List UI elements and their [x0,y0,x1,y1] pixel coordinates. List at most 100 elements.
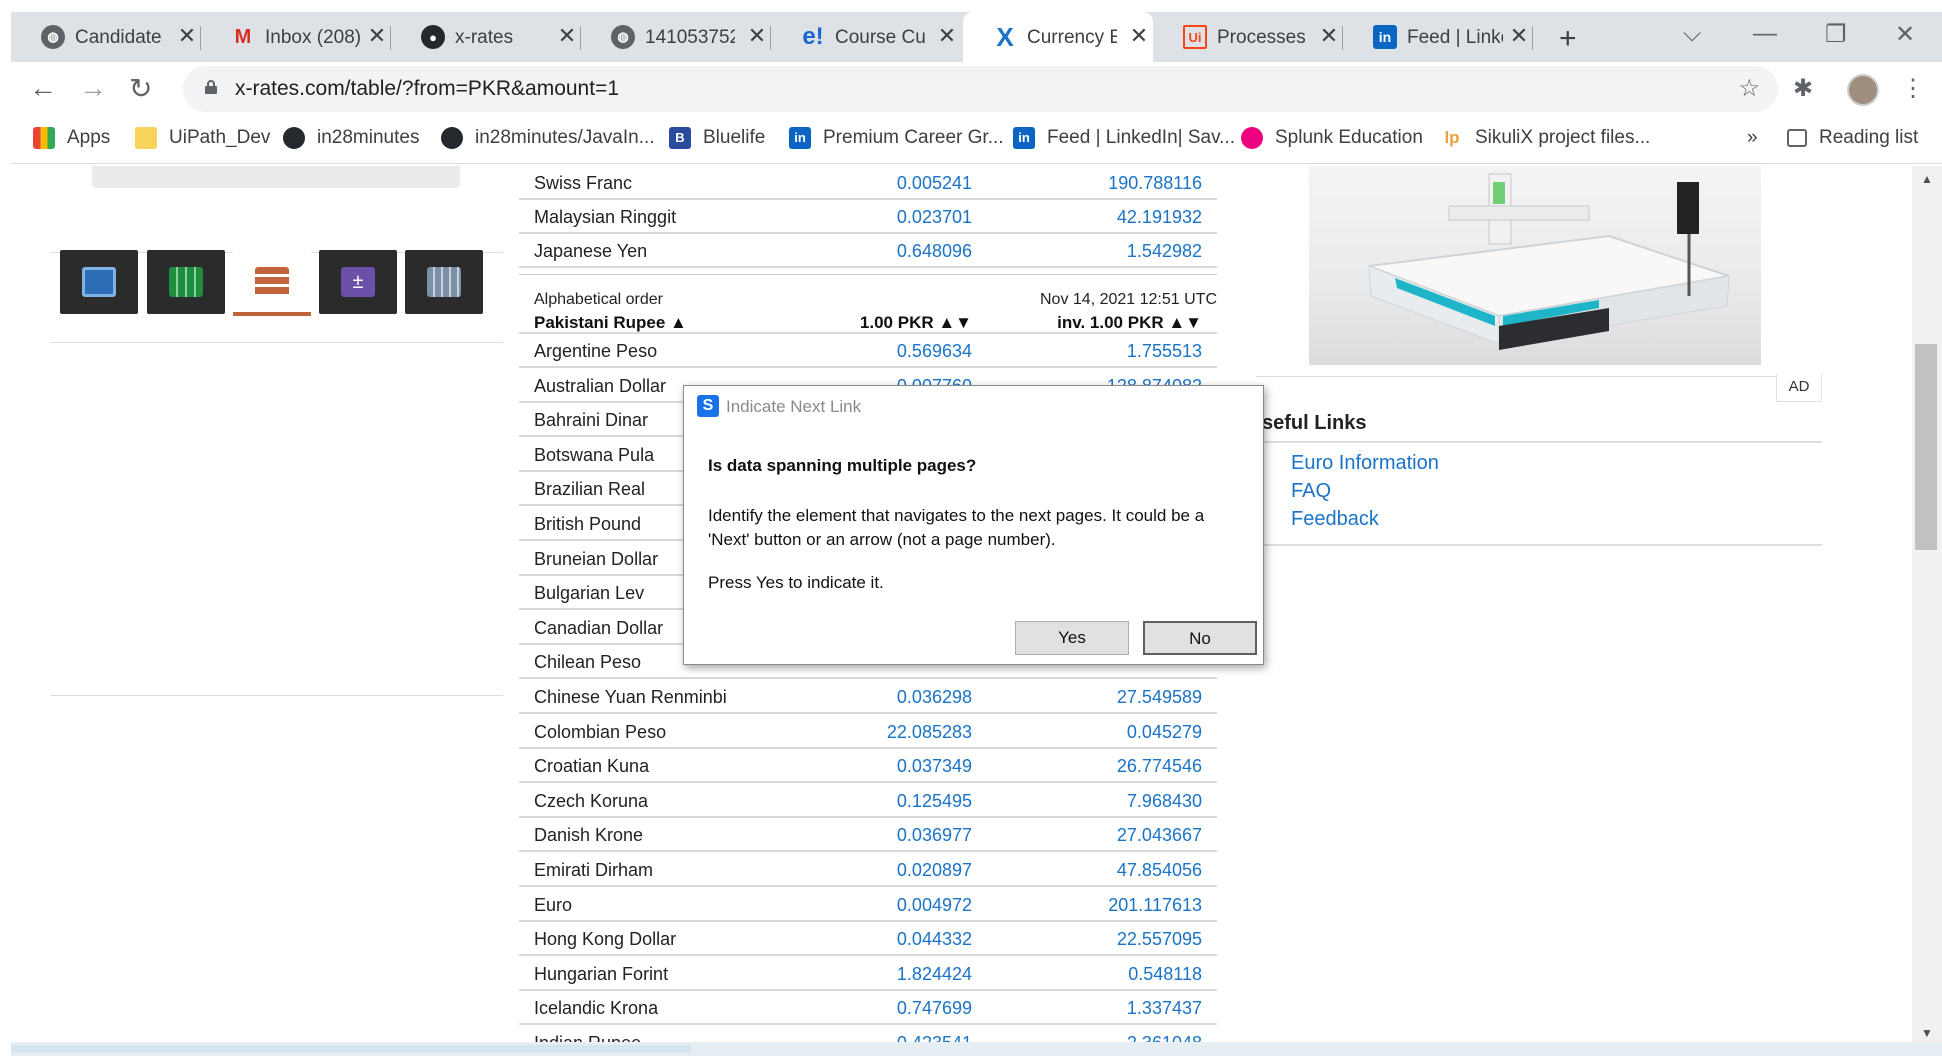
tab-label: 141053752 [645,27,735,48]
rate-link[interactable]: 0.125495 [897,791,972,812]
menu-icon[interactable]: ⋮ [1901,74,1925,103]
tab-course[interactable]: e! Course Cur ✕ [771,12,961,62]
rate-link[interactable]: 0.747699 [897,998,972,1019]
scroll-down-arrow-icon[interactable]: ▼ [1921,1026,1933,1040]
scrollbar-thumb[interactable] [1915,344,1937,550]
rate-link[interactable]: 22.085283 [887,722,972,743]
inverse-rate-link[interactable]: 26.774546 [1117,756,1202,777]
yes-button[interactable]: Yes [1015,621,1129,655]
inverse-rate-link[interactable]: 0.045279 [1127,722,1202,743]
rate-link[interactable]: 0.020897 [897,860,972,881]
rate-link[interactable]: 1.824424 [897,964,972,985]
tab-search-icon[interactable]: ⌵ [1683,20,1701,48]
ad-badge[interactable]: AD [1776,374,1822,402]
table-tool-button[interactable] [233,250,311,314]
link-faq[interactable]: FAQ [1291,480,1331,503]
bookmark-premium-career[interactable]: in Premium Career Gr... [789,127,1004,149]
more-bookmarks-button[interactable]: » [1747,127,1758,149]
reload-icon[interactable]: ↻ [129,72,152,105]
uipath-studio-icon: S [697,395,719,417]
rate-link[interactable]: 0.023701 [897,207,972,228]
spreadsheet-icon [169,267,203,297]
close-icon[interactable]: ✕ [365,24,389,48]
rate-link[interactable]: 0.005241 [897,173,972,194]
tab-gmail[interactable]: M Inbox (208) ✕ [201,12,391,62]
minimize-icon[interactable]: — [1753,20,1777,48]
close-icon[interactable]: ✕ [175,24,199,48]
bookmark-apps[interactable]: Apps [33,127,110,149]
inverse-rate-link[interactable]: 27.549589 [1117,687,1202,708]
tab-currency-active[interactable]: X Currency E ✕ [963,12,1153,62]
link-feedback[interactable]: Feedback [1291,508,1379,531]
inverse-rate-link[interactable]: 190.788116 [1108,173,1202,194]
inverse-rate-link[interactable]: 27.043667 [1117,825,1202,846]
close-icon[interactable]: ✕ [555,24,579,48]
calendar-tool-button[interactable] [405,250,483,314]
forward-icon[interactable]: → [79,72,107,104]
link-euro-information[interactable]: Euro Information [1291,452,1439,475]
restore-icon[interactable]: ❐ [1825,20,1847,49]
bookmark-star-icon[interactable]: ☆ [1738,74,1760,103]
bookmark-sikulix[interactable]: lp SikuliX project files... [1441,127,1650,149]
bluelife-icon: B [669,127,691,149]
vertical-scrollbar[interactable]: ▲ ▼ [1912,166,1942,1042]
close-window-icon[interactable]: ✕ [1895,20,1915,49]
tab-candidate[interactable]: ◍ Candidate ( ✕ [11,12,201,62]
sort-by-currency-header[interactable]: Pakistani Rupee ▲ [534,313,687,333]
bookmark-label: Feed | LinkedIn| Sav... [1047,127,1236,148]
sort-by-rate-header[interactable]: 1.00 PKR ▲▼ [860,313,972,333]
inverse-rate-link[interactable]: 47.854056 [1117,860,1202,881]
new-tab-button[interactable]: + [1559,22,1577,56]
rate-link[interactable]: 0.569634 [897,341,972,362]
calculator-tool-button[interactable] [60,250,138,314]
sort-by-inverse-header[interactable]: inv. 1.00 PKR ▲▼ [1057,313,1202,333]
tab-linkedin-feed[interactable]: in Feed | Linke ✕ [1343,12,1533,62]
spreadsheet-tool-button[interactable] [147,250,225,314]
no-button[interactable]: No [1143,621,1257,655]
rate-link[interactable]: 0.036977 [897,825,972,846]
close-icon[interactable]: ✕ [745,24,769,48]
tab-processes[interactable]: Ui Processes - ✕ [1153,12,1343,62]
reading-list-button[interactable]: Reading list [1787,127,1918,149]
rate-link[interactable]: 0.004972 [897,895,972,916]
inverse-rate-link[interactable]: 201.117613 [1108,895,1202,916]
bookmark-feed-linkedin[interactable]: in Feed | LinkedIn| Sav... [1013,127,1235,149]
bookmark-bluelife[interactable]: B Bluelife [669,127,765,149]
close-icon[interactable]: ✕ [1317,24,1341,48]
bookmark-label: Premium Career Gr... [823,127,1004,148]
tab-141053752[interactable]: ◍ 141053752 ✕ [581,12,771,62]
bookmark-in28minutes-javain[interactable]: in28minutes/JavaIn... [441,127,655,149]
scroll-up-arrow-icon[interactable]: ▲ [1921,172,1933,186]
rate-link[interactable]: 0.037349 [897,756,972,777]
close-icon[interactable]: ✕ [935,24,959,48]
inverse-rate-link[interactable]: 1.755513 [1127,341,1202,362]
rate-link[interactable]: 0.044332 [897,929,972,950]
extensions-icon[interactable]: ✱ [1793,74,1813,103]
inverse-rate-link[interactable]: 1.542982 [1127,241,1202,262]
edureka-icon: e! [802,23,824,50]
inverse-rate-link[interactable]: 0.548118 [1128,964,1202,985]
bookmark-in28minutes[interactable]: in28minutes [283,127,419,149]
table-row: Croatian Kuna 0.037349 26.774546 [519,749,1217,784]
address-bar[interactable]: x-rates.com/table/?from=PKR&amount=1 ☆ [183,66,1778,112]
inverse-rate-link[interactable]: 22.557095 [1117,929,1202,950]
inverse-rate-link[interactable]: 42.191932 [1117,207,1202,228]
plus-minus-tool-button[interactable]: ± [319,250,397,314]
bookmark-uipath-dev[interactable]: UiPath_Dev [135,127,270,149]
currency-name: Botswana Pula [534,444,655,465]
inverse-rate-link[interactable]: 1.337437 [1127,998,1202,1019]
bookmark-splunk[interactable]: Splunk Education [1241,127,1423,149]
back-icon[interactable]: ← [29,72,57,104]
table-row: Malaysian Ringgit 0.023701 42.191932 [519,200,1217,234]
rate-link[interactable]: 0.036298 [897,687,972,708]
avatar[interactable] [1847,74,1879,106]
laser-cutter-illustration [1368,173,1730,350]
close-icon[interactable]: ✕ [1507,24,1531,48]
horizontal-scrollbar-thumb[interactable] [11,1045,691,1053]
inverse-rate-link[interactable]: 7.968430 [1127,791,1202,812]
tab-x-rates-github[interactable]: ● x-rates ✕ [391,12,581,62]
horizontal-scrollbar[interactable] [11,1042,1942,1056]
ad-image[interactable] [1309,166,1761,365]
close-icon[interactable]: ✕ [1127,24,1151,48]
rate-link[interactable]: 0.648096 [897,241,972,262]
